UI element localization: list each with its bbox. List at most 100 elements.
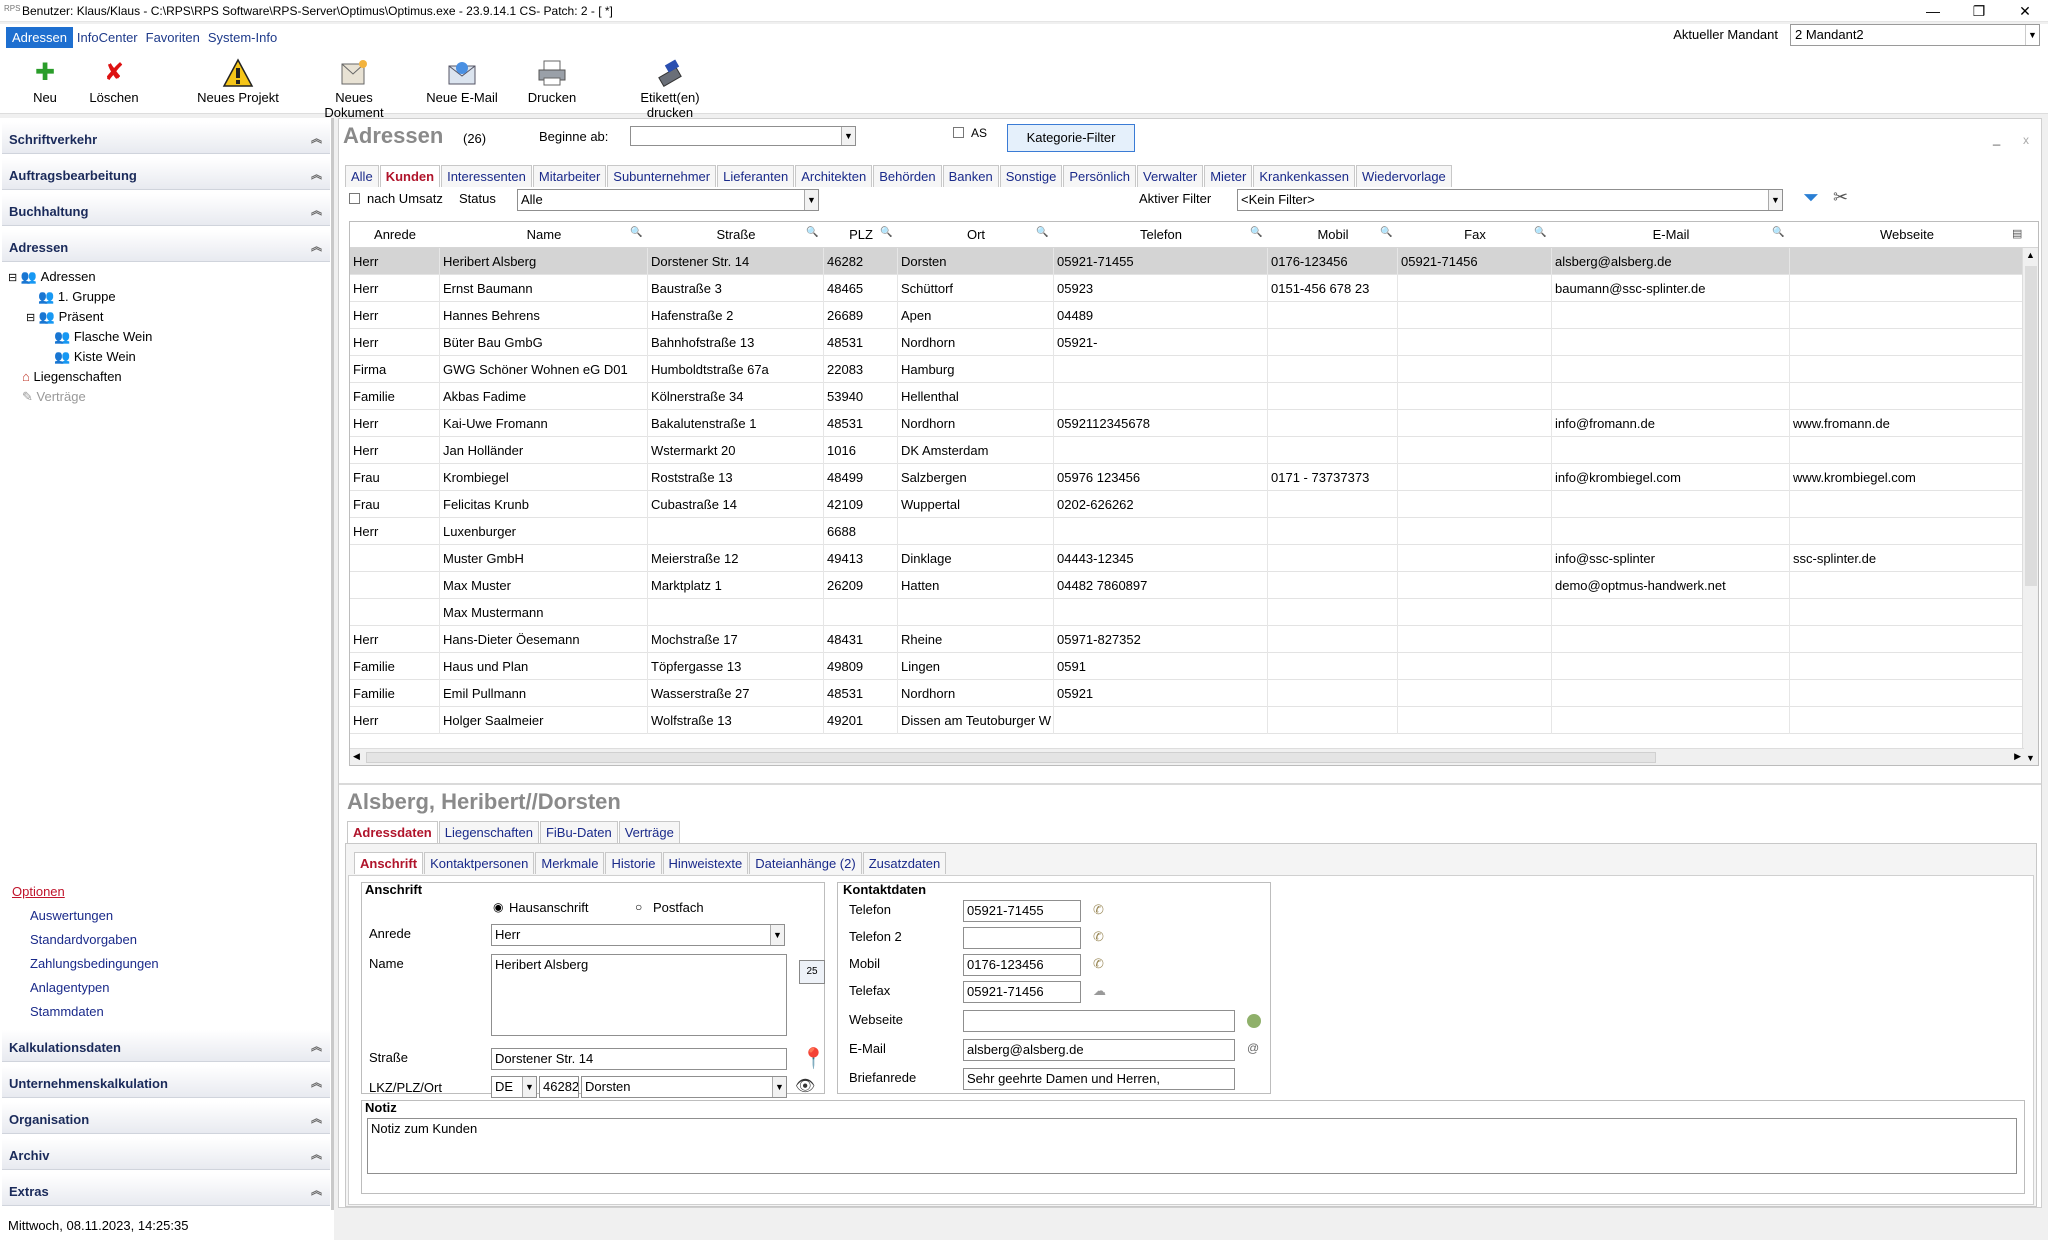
vertical-scrollbar[interactable]: ▲ ▼ <box>2022 248 2038 765</box>
nav-section-adressen[interactable]: Adressen ︽ <box>2 230 330 262</box>
tab-behörden[interactable]: Behörden <box>873 165 942 187</box>
option-anlagentypen[interactable]: Anlagentypen <box>30 980 110 995</box>
nav-section-organisation[interactable]: Organisation ︽ <box>2 1102 330 1134</box>
column-filter-icon[interactable]: 🔍 <box>1036 227 1048 238</box>
tree-item-adressen[interactable]: ⊟ 👥 Adressen <box>8 268 328 286</box>
option-stammdaten[interactable]: Stammdaten <box>30 1004 104 1019</box>
table-row[interactable]: Familie Emil Pullmann Wasserstraße 27 48531… <box>350 680 2024 707</box>
column-filter-icon[interactable]: 🔍 <box>1380 227 1392 238</box>
detail-tab-liegenschaften[interactable]: Liegenschaften <box>438 821 539 843</box>
lkz-select[interactable]: DE ▼ <box>491 1076 537 1098</box>
tab-alle[interactable]: Alle <box>345 165 379 187</box>
notiz-textarea[interactable]: Notiz zum Kunden <box>367 1118 2017 1174</box>
restore-button[interactable]: ❐ <box>1956 0 2002 22</box>
kategorie-filter-button[interactable]: Kategorie-Filter <box>1007 124 1135 152</box>
tab-interessenten[interactable]: Interessenten <box>441 165 532 187</box>
briefanrede-input[interactable]: Sehr geehrte Damen und Herren, <box>963 1068 1235 1090</box>
fax-icon[interactable]: ☁ <box>1093 983 1106 999</box>
tree-item-1-gruppe[interactable]: 👥 1. Gruppe <box>38 288 116 306</box>
tab-mitarbeiter[interactable]: Mitarbeiter <box>532 165 607 187</box>
column-header-telefon[interactable]: Telefon <box>1054 222 1268 248</box>
tab-banken[interactable]: Banken <box>942 165 999 187</box>
tab-verwalter[interactable]: Verwalter <box>1137 165 1204 187</box>
plz-input[interactable]: 46282 <box>539 1076 579 1098</box>
tab-architekten[interactable]: Architekten <box>795 165 873 187</box>
calendar-icon[interactable]: 25 <box>799 960 825 984</box>
table-row[interactable]: Herr Hans-Dieter Öesemann Mochstraße 17 484… <box>350 626 2024 653</box>
chevron-down-icon[interactable]: ▼ <box>804 190 818 210</box>
close-button[interactable]: ✕ <box>2002 0 2048 22</box>
scroll-right-icon[interactable]: ▶ <box>2014 751 2021 762</box>
tab-subunternehmer[interactable]: Subunternehmer <box>607 165 717 187</box>
menu-system-info[interactable]: System-Info <box>204 28 281 47</box>
column-filter-icon[interactable]: 🔍 <box>806 227 818 238</box>
ort-select[interactable]: Dorsten ▼ <box>581 1076 787 1098</box>
column-header-name[interactable]: Name <box>440 222 648 248</box>
nav-section-archiv[interactable]: Archiv ︽ <box>2 1138 330 1170</box>
scroll-left-icon[interactable]: ◀ <box>353 751 360 762</box>
aktiver-filter-select[interactable]: <Kein Filter> ▼ <box>1237 189 1783 211</box>
options-title[interactable]: Optionen <box>12 884 65 899</box>
nav-section-kalkulationsdaten[interactable]: Kalkulationsdaten ︽ <box>2 1030 330 1062</box>
map-pin-icon[interactable]: 📍 <box>801 1046 826 1071</box>
table-row[interactable]: Muster GmbH Meierstraße 12 49413 Dinklage 04… <box>350 545 2024 572</box>
table-row[interactable]: Herr Ernst Baumann Baustraße 3 48465 Schütto… <box>350 275 2024 302</box>
anrede-select[interactable]: Herr ▼ <box>491 924 785 946</box>
panel-minimize-button[interactable]: _ <box>1993 131 2000 146</box>
view-eye-icon[interactable]: 👁 <box>795 1076 815 1096</box>
table-row[interactable]: Herr Kai-Uwe Fromann Bakalutenstraße 1 4853… <box>350 410 2024 437</box>
chevron-down-icon[interactable]: ▼ <box>1768 190 1782 210</box>
tree-item-praesent[interactable]: ⊟ 👥 Präsent <box>26 308 103 326</box>
minimize-button[interactable]: — <box>1910 0 1956 22</box>
mandant-select[interactable]: 2 Mandant2 ▼ <box>1790 24 2040 46</box>
table-row[interactable]: Frau Krombiegel Roststraße 13 48499 Salzberg… <box>350 464 2024 491</box>
table-row[interactable]: Max Muster Marktplatz 1 26209 Hatten 04482 7… <box>350 572 2024 599</box>
subtab-anschrift[interactable]: Anschrift <box>354 852 424 874</box>
table-row[interactable]: Max Mustermann <box>350 599 2024 626</box>
table-row[interactable]: Herr Büter Bau GmbG Bahnhofstraße 13 48531 N… <box>350 329 2024 356</box>
column-header-fax[interactable]: Fax <box>1398 222 1552 248</box>
mobil-input[interactable]: 0176-123456 <box>963 954 1081 976</box>
strasse-input[interactable]: Dorstener Str. 14 <box>491 1048 787 1070</box>
menu-favoriten[interactable]: Favoriten <box>142 28 204 47</box>
option-standardvorgaben[interactable]: Standardvorgaben <box>30 932 137 947</box>
tab-lieferanten[interactable]: Lieferanten <box>717 165 795 187</box>
table-row[interactable]: Herr Heribert Alsberg Dorstener Str. 14 462… <box>350 248 2024 275</box>
neues-projekt-button[interactable]: Neues Projekt <box>194 58 282 105</box>
scroll-down-icon[interactable]: ▼ <box>2026 753 2035 763</box>
splitter[interactable] <box>339 783 2041 785</box>
column-filter-icon[interactable]: 🔍 <box>1250 227 1262 238</box>
option-auswertungen[interactable]: Auswertungen <box>30 908 113 923</box>
loeschen-button[interactable]: ✘ Löschen <box>86 58 142 105</box>
nav-section-unternehmenskalkulation[interactable]: Unternehmenskalkulation ︽ <box>2 1066 330 1098</box>
subtab-dateianhänge-2[interactable]: Dateianhänge (2) <box>749 852 862 874</box>
tab-sonstige[interactable]: Sonstige <box>999 165 1063 187</box>
tree-item-liegenschaften[interactable]: ⌂ Liegenschaften <box>22 368 122 386</box>
webseite-input[interactable] <box>963 1010 1235 1032</box>
hausanschrift-radio[interactable]: ◉ <box>493 900 503 914</box>
telefon-input[interactable]: 05921-71455 <box>963 900 1081 922</box>
phone-icon[interactable]: ✆ <box>1093 929 1104 945</box>
phone-icon[interactable]: ✆ <box>1093 902 1104 918</box>
tree-item-kiste-wein[interactable]: 👥 Kiste Wein <box>54 348 136 366</box>
chevron-down-icon[interactable]: ▼ <box>772 1077 786 1097</box>
chevron-down-icon[interactable]: ▼ <box>841 127 855 145</box>
subtab-zusatzdaten[interactable]: Zusatzdaten <box>862 852 947 874</box>
table-row[interactable]: Herr Hannes Behrens Hafenstraße 2 26689 Apen… <box>350 302 2024 329</box>
tab-kunden[interactable]: Kunden <box>379 165 441 187</box>
as-checkbox[interactable] <box>953 127 964 138</box>
tree-item-vertraege[interactable]: ✎ Verträge <box>22 388 86 406</box>
phone-icon[interactable]: ✆ <box>1093 956 1104 972</box>
scroll-up-icon[interactable]: ▲ <box>2026 250 2035 260</box>
clear-filter-icon[interactable]: ✂ <box>1833 187 1848 208</box>
scrollbar-thumb[interactable] <box>366 752 1656 763</box>
beginne-input[interactable]: ▼ <box>630 126 856 146</box>
neue-email-button[interactable]: Neue E-Mail <box>426 58 498 105</box>
tab-wiedervorlage[interactable]: Wiedervorlage <box>1355 165 1452 187</box>
nav-section-auftragsbearbeitung[interactable]: Auftragsbearbeitung ︽ <box>2 158 330 190</box>
column-filter-icon[interactable]: 🔍 <box>1772 227 1784 238</box>
chevron-down-icon[interactable]: ▼ <box>522 1077 536 1097</box>
tree-item-flasche-wein[interactable]: 👥 Flasche Wein <box>54 328 152 346</box>
telefax-input[interactable]: 05921-71456 <box>963 981 1081 1003</box>
table-row[interactable]: Herr Holger Saalmeier Wolfstraße 13 49201 Di… <box>350 707 2024 734</box>
